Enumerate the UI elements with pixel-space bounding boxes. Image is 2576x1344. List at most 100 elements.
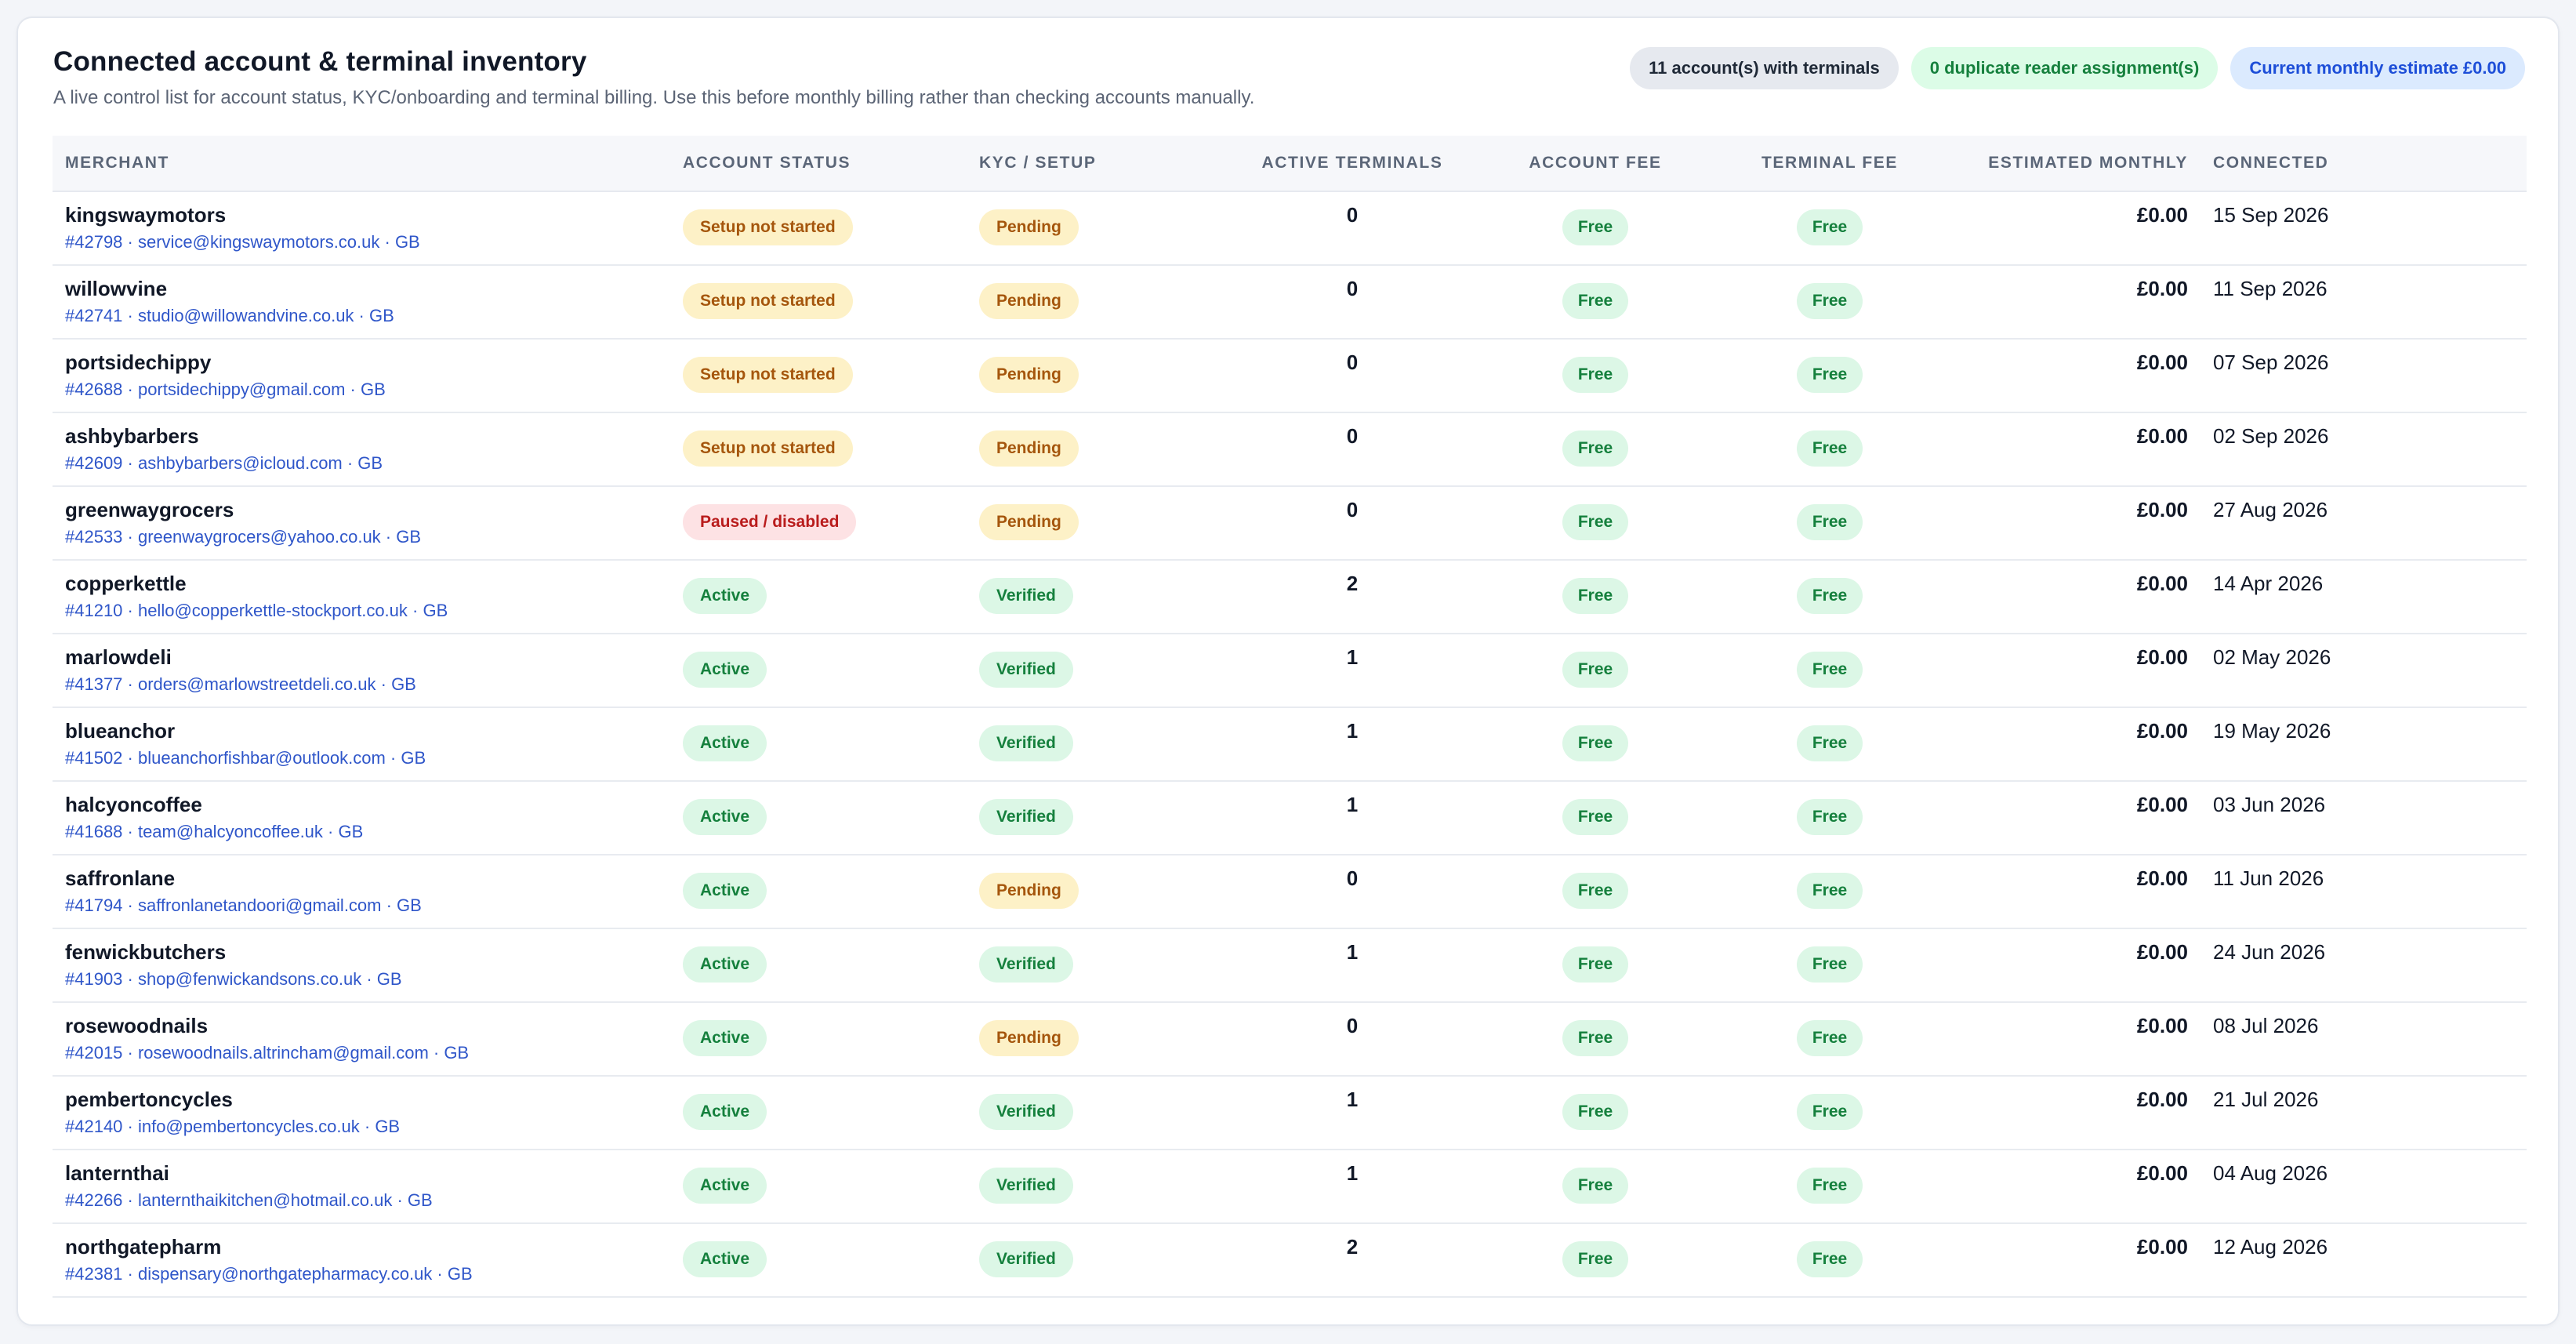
estimated-monthly-value: £0.00 — [2136, 1014, 2188, 1037]
inventory-table-wrapper: Merchant Account status KYC / setup Acti… — [53, 136, 2527, 1298]
kyc-status-badge: Pending — [979, 283, 1079, 319]
merchant-meta-link[interactable]: #42688 · portsidechippy@gmail.com · GB — [65, 380, 683, 400]
table-row[interactable]: pembertoncycles #42140 · info@pembertoncy… — [53, 1076, 2527, 1150]
merchant-name[interactable]: pembertoncycles — [65, 1088, 683, 1112]
merchant-name[interactable]: halcyoncoffee — [65, 793, 683, 817]
table-row[interactable]: marlowdeli #41377 · orders@marlowstreetde… — [53, 634, 2527, 708]
merchant-name[interactable]: ashbybarbers — [65, 424, 683, 449]
merchant-meta-link[interactable]: #41688 · team@halcyoncoffee.uk · GB — [65, 822, 683, 842]
merchant-name[interactable]: lanternthai — [65, 1161, 683, 1186]
connected-date: 03 Jun 2026 — [2213, 793, 2326, 816]
account-fee-cell: Free — [1478, 560, 1713, 634]
connected-cell: 04 Aug 2026 — [2213, 1150, 2527, 1224]
terminals-cell: 0 — [1227, 412, 1478, 487]
table-row[interactable]: willowvine #42741 · studio@willowandvine.… — [53, 265, 2527, 340]
table-row[interactable]: halcyoncoffee #41688 · team@halcyoncoffee… — [53, 781, 2527, 855]
merchant-name[interactable]: saffronlane — [65, 866, 683, 891]
merchant-meta-link[interactable]: #42015 · rosewoodnails.altrincham@gmail.… — [65, 1043, 683, 1063]
merchant-meta-link[interactable]: #42609 · ashbybarbers@icloud.com · GB — [65, 453, 683, 474]
merchant-meta-link[interactable]: #41377 · orders@marlowstreetdeli.co.uk ·… — [65, 674, 683, 695]
merchant-name[interactable]: northgatepharm — [65, 1235, 683, 1259]
merchant-name[interactable]: fenwickbutchers — [65, 940, 683, 964]
column-header-terminal-fee[interactable]: Terminal fee — [1713, 136, 1947, 192]
kyc-status-badge: Verified — [979, 1094, 1073, 1130]
merchant-name[interactable]: greenwaygrocers — [65, 498, 683, 522]
merchant-name[interactable]: willowvine — [65, 277, 683, 301]
table-row[interactable]: copperkettle #41210 · hello@copperkettle-… — [53, 560, 2527, 634]
connected-date: 24 Jun 2026 — [2213, 940, 2326, 964]
active-terminals-count: 1 — [1346, 1088, 1359, 1111]
account-status-cell: Paused / disabled — [683, 486, 979, 561]
active-terminals-count: 0 — [1346, 277, 1359, 300]
table-row[interactable]: greenwaygrocers #42533 · greenwaygrocers@… — [53, 486, 2527, 561]
account-status-badge: Active — [683, 1094, 767, 1130]
table-row[interactable]: saffronlane #41794 · saffronlanetandoori@… — [53, 855, 2527, 929]
table-row[interactable]: ashbybarbers #42609 · ashbybarbers@icloud… — [53, 412, 2527, 487]
table-row[interactable]: kingswaymotors #42798 · service@kingswaym… — [53, 191, 2527, 266]
estimate-cell: £0.00 — [1947, 560, 2213, 634]
active-terminals-count: 1 — [1346, 940, 1359, 964]
account-fee-cell: Free — [1478, 928, 1713, 1003]
active-terminals-count: 2 — [1346, 572, 1359, 595]
estimate-cell: £0.00 — [1947, 412, 2213, 487]
column-header-account-status[interactable]: Account status — [683, 136, 979, 192]
merchant-meta-link[interactable]: #41903 · shop@fenwickandsons.co.uk · GB — [65, 969, 683, 990]
merchant-meta-link[interactable]: #41210 · hello@copperkettle-stockport.co… — [65, 601, 683, 621]
account-fee-cell: Free — [1478, 486, 1713, 561]
column-header-merchant[interactable]: Merchant — [53, 136, 683, 192]
column-header-active-terminals[interactable]: Active terminals — [1227, 136, 1478, 192]
terminal-fee-cell: Free — [1713, 1150, 1947, 1224]
inventory-table: Merchant Account status KYC / setup Acti… — [53, 136, 2527, 1298]
terminal-fee-cell: Free — [1713, 1002, 1947, 1077]
account-fee-cell: Free — [1478, 1223, 1713, 1298]
connected-date: 11 Sep 2026 — [2213, 277, 2327, 300]
account-status-cell: Setup not started — [683, 265, 979, 340]
kyc-cell: Verified — [979, 634, 1227, 708]
merchant-name[interactable]: marlowdeli — [65, 645, 683, 670]
account-status-cell: Active — [683, 1150, 979, 1224]
account-status-badge: Active — [683, 652, 767, 688]
merchant-meta-link[interactable]: #41502 · blueanchorfishbar@outlook.com ·… — [65, 748, 683, 768]
account-status-badge: Paused / disabled — [683, 504, 857, 540]
account-status-cell: Setup not started — [683, 339, 979, 413]
merchant-meta-link[interactable]: #42266 · lanternthaikitchen@hotmail.co.u… — [65, 1190, 683, 1211]
terminals-cell: 0 — [1227, 486, 1478, 561]
account-fee-badge: Free — [1562, 725, 1629, 761]
column-header-estimated-monthly[interactable]: Estimated monthly — [1947, 136, 2213, 192]
kyc-status-badge: Pending — [979, 873, 1079, 909]
merchant-name[interactable]: portsidechippy — [65, 351, 683, 375]
estimated-monthly-value: £0.00 — [2136, 866, 2188, 890]
table-row[interactable]: blueanchor #41502 · blueanchorfishbar@out… — [53, 707, 2527, 782]
account-fee-badge: Free — [1562, 578, 1629, 614]
kyc-cell: Verified — [979, 1150, 1227, 1224]
connected-cell: 11 Sep 2026 — [2213, 265, 2527, 340]
table-row[interactable]: northgatepharm #42381 · dispensary@northg… — [53, 1223, 2527, 1298]
estimated-monthly-value: £0.00 — [2136, 940, 2188, 964]
merchant-meta-link[interactable]: #42381 · dispensary@northgatepharmacy.co… — [65, 1264, 683, 1284]
terminal-fee-badge: Free — [1796, 652, 1863, 688]
terminals-cell: 0 — [1227, 855, 1478, 929]
terminal-fee-badge: Free — [1796, 209, 1863, 245]
kyc-cell: Verified — [979, 707, 1227, 782]
table-row[interactable]: rosewoodnails #42015 · rosewoodnails.altr… — [53, 1002, 2527, 1077]
merchant-meta-link[interactable]: #42798 · service@kingswaymotors.co.uk · … — [65, 232, 683, 252]
column-header-account-fee[interactable]: Account fee — [1478, 136, 1713, 192]
merchant-meta-link[interactable]: #42140 · info@pembertoncycles.co.uk · GB — [65, 1117, 683, 1137]
account-status-cell: Setup not started — [683, 191, 979, 266]
table-row[interactable]: fenwickbutchers #41903 · shop@fenwickands… — [53, 928, 2527, 1003]
account-status-cell: Active — [683, 928, 979, 1003]
merchant-name[interactable]: kingswaymotors — [65, 203, 683, 227]
connected-date: 11 Jun 2026 — [2213, 866, 2324, 890]
column-header-kyc-setup[interactable]: KYC / setup — [979, 136, 1227, 192]
merchant-meta-link[interactable]: #42533 · greenwaygrocers@yahoo.co.uk · G… — [65, 527, 683, 547]
column-header-connected[interactable]: Connected — [2213, 136, 2527, 192]
merchant-name[interactable]: copperkettle — [65, 572, 683, 596]
merchant-name[interactable]: blueanchor — [65, 719, 683, 743]
estimate-cell: £0.00 — [1947, 1223, 2213, 1298]
merchant-name[interactable]: rosewoodnails — [65, 1014, 683, 1038]
merchant-meta-link[interactable]: #42741 · studio@willowandvine.co.uk · GB — [65, 306, 683, 326]
merchant-meta-link[interactable]: #41794 · saffronlanetandoori@gmail.com ·… — [65, 895, 683, 916]
kyc-status-badge: Verified — [979, 725, 1073, 761]
table-row[interactable]: lanternthai #42266 · lanternthaikitchen@h… — [53, 1150, 2527, 1224]
table-row[interactable]: portsidechippy #42688 · portsidechippy@gm… — [53, 339, 2527, 413]
